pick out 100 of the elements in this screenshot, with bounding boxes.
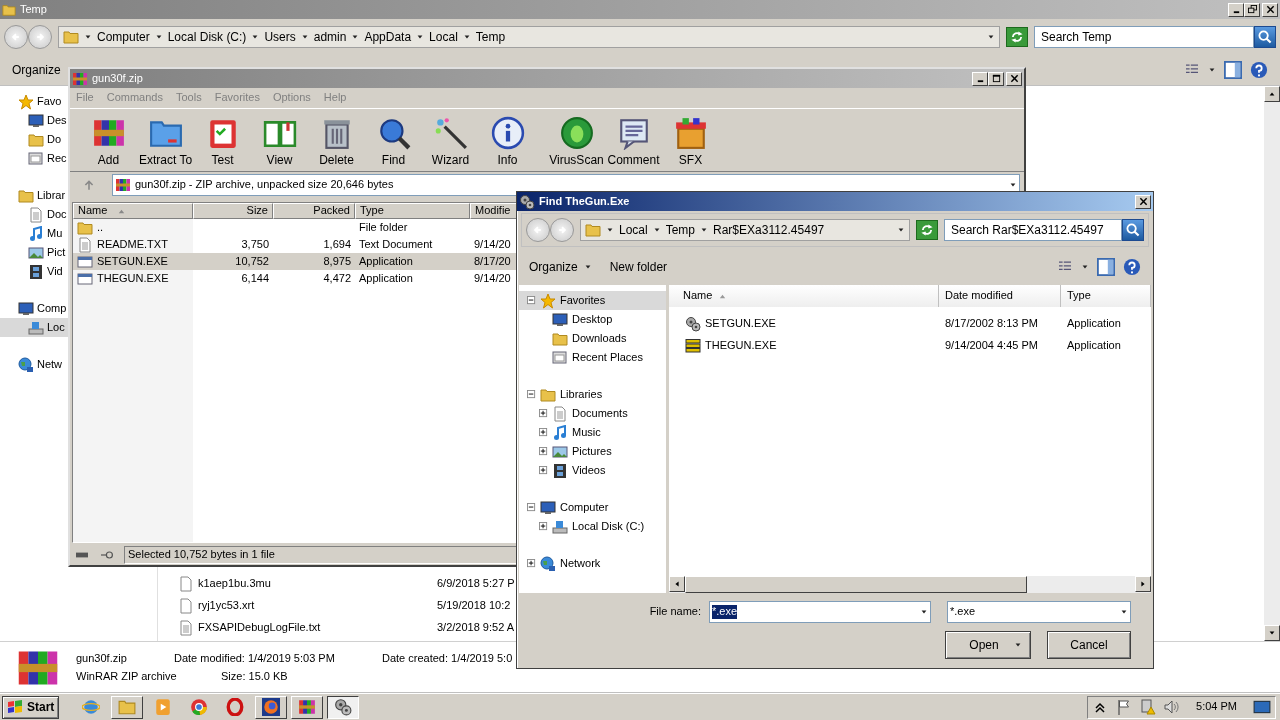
- view-options-icon[interactable]: [1184, 64, 1200, 76]
- scroll-down-button[interactable]: [1264, 625, 1280, 641]
- column-header[interactable]: Size: [193, 203, 273, 219]
- caret-icon[interactable]: [1208, 66, 1216, 74]
- nav-item[interactable]: Comp: [0, 299, 71, 318]
- toolbar-button[interactable]: Info: [479, 115, 536, 167]
- address-bar[interactable]: Computer Local Disk (C:) Users admin AppData Local Temp: [58, 26, 1000, 48]
- preview-pane-icon[interactable]: [1097, 258, 1115, 276]
- forward-button[interactable]: [28, 25, 52, 49]
- organize-menu[interactable]: Organize: [12, 62, 61, 78]
- close-button[interactable]: [1135, 194, 1151, 209]
- file-type-filter[interactable]: *.exe: [947, 601, 1131, 623]
- help-icon[interactable]: [1250, 61, 1268, 79]
- column-header[interactable]: Type: [1061, 285, 1151, 307]
- collapse-icon[interactable]: [527, 390, 536, 399]
- tree-item[interactable]: Documents: [519, 404, 666, 423]
- caret-icon[interactable]: [251, 33, 260, 41]
- scroll-right-button[interactable]: [1135, 576, 1151, 592]
- file-name-field[interactable]: *.exe: [709, 601, 931, 623]
- caret-icon[interactable]: [606, 226, 614, 234]
- toolbar-button[interactable]: View: [251, 115, 308, 167]
- search-button[interactable]: [1122, 219, 1144, 241]
- maximize-button[interactable]: [988, 71, 1004, 86]
- toolbar-button[interactable]: Wizard: [422, 115, 479, 167]
- caret-icon[interactable]: [300, 33, 309, 41]
- column-header[interactable]: Type: [355, 203, 470, 219]
- search-field[interactable]: Search Temp: [1034, 26, 1254, 48]
- tree-item[interactable]: Videos: [519, 461, 666, 480]
- tree-item[interactable]: Desktop: [519, 310, 666, 329]
- toolbar-button[interactable]: SFX: [662, 115, 719, 167]
- toolbar-button[interactable]: VirusScan: [548, 115, 605, 167]
- refresh-button[interactable]: [916, 220, 938, 240]
- breadcrumb[interactable]: Users: [264, 29, 296, 45]
- breadcrumb[interactable]: Computer: [97, 29, 150, 45]
- caret-icon[interactable]: [462, 33, 471, 41]
- expand-icon[interactable]: [539, 466, 548, 475]
- forward-button[interactable]: [550, 218, 574, 242]
- preview-pane-icon[interactable]: [1224, 61, 1242, 79]
- file-row[interactable]: .. File folder: [73, 219, 518, 236]
- path-field[interactable]: gun30f.zip - ZIP archive, unpacked size 20,646 bytes: [112, 174, 1020, 196]
- taskbar-button[interactable]: [327, 695, 360, 719]
- breadcrumb[interactable]: Local Disk (C:): [167, 29, 247, 45]
- caret-icon[interactable]: [351, 33, 360, 41]
- view-options-icon[interactable]: [1057, 261, 1073, 273]
- expand-icon[interactable]: [539, 428, 548, 437]
- breadcrumb[interactable]: Local: [429, 29, 458, 45]
- file-row[interactable]: SETGUN.EXE 10,752 8,975 Application 8/17/20: [73, 253, 518, 270]
- nav-item[interactable]: Netw: [0, 355, 67, 374]
- organize-menu[interactable]: Organize: [529, 259, 592, 275]
- column-header[interactable]: Name: [669, 285, 939, 307]
- restore-button[interactable]: [1244, 2, 1260, 17]
- caret-icon[interactable]: [920, 608, 928, 616]
- close-button[interactable]: [1006, 71, 1022, 86]
- new-folder-button[interactable]: New folder: [609, 259, 668, 275]
- breadcrumb[interactable]: Local: [619, 222, 648, 238]
- nav-item[interactable]: Librar: [0, 186, 70, 205]
- expand-icon[interactable]: [527, 559, 536, 568]
- nav-item[interactable]: Favo: [0, 92, 66, 111]
- tree-item[interactable]: Libraries: [519, 385, 666, 404]
- caret-icon[interactable]: [84, 33, 92, 41]
- expand-icon[interactable]: [539, 522, 548, 531]
- nav-item[interactable]: Do: [0, 130, 66, 149]
- tree-item[interactable]: Local Disk (C:): [519, 517, 666, 536]
- nav-item[interactable]: Des: [0, 111, 71, 130]
- toolbar-button[interactable]: Test: [194, 115, 251, 167]
- nav-item[interactable]: Mu: [0, 224, 67, 243]
- caret-icon[interactable]: [1081, 263, 1089, 271]
- toolbar-button[interactable]: Find: [365, 115, 422, 167]
- search-field[interactable]: Search Rar$EXa3112.45497: [944, 219, 1122, 241]
- speaker-icon[interactable]: [1164, 699, 1181, 715]
- column-header[interactable]: Packed: [273, 203, 355, 219]
- breadcrumb[interactable]: Temp: [475, 29, 506, 45]
- back-button[interactable]: [4, 25, 28, 49]
- breadcrumb[interactable]: Temp: [665, 222, 696, 238]
- breadcrumb[interactable]: admin: [313, 29, 347, 45]
- tree-item[interactable]: Pictures: [519, 442, 666, 461]
- tree-item[interactable]: Music: [519, 423, 666, 442]
- tree-item[interactable]: Downloads: [519, 329, 666, 348]
- tree-item[interactable]: Computer: [519, 498, 666, 517]
- caret-icon[interactable]: [652, 226, 661, 234]
- breadcrumb[interactable]: Rar$EXa3112.45497: [713, 222, 825, 238]
- column-header[interactable]: Modifie: [470, 203, 518, 219]
- toolbar-button[interactable]: Comment: [605, 115, 662, 167]
- minimize-button[interactable]: [1228, 2, 1244, 17]
- refresh-button[interactable]: [1006, 27, 1028, 47]
- back-button[interactable]: [526, 218, 550, 242]
- file-row[interactable]: README.TXT 3,750 1,694 Text Document 9/14/20: [73, 236, 518, 253]
- tree-item[interactable]: Recent Places: [519, 348, 666, 367]
- show-desktop-icon[interactable]: [1253, 698, 1271, 716]
- address-bar[interactable]: Local Temp Rar$EXa3112.45497: [580, 219, 910, 241]
- file-row[interactable]: THEGUN.EXE 6,144 4,472 Application 9/14/20: [73, 270, 518, 287]
- caret-icon[interactable]: [700, 226, 709, 234]
- toolbar-button[interactable]: Add: [80, 115, 137, 167]
- column-header[interactable]: Date modified: [939, 285, 1061, 307]
- caret-icon[interactable]: [897, 226, 905, 234]
- scroll-up-button[interactable]: [1264, 86, 1280, 102]
- scrollbar-thumb[interactable]: [685, 576, 1027, 593]
- open-button[interactable]: Open: [945, 631, 1031, 659]
- tree-item[interactable]: Favorites: [519, 291, 666, 310]
- caret-icon[interactable]: [154, 33, 163, 41]
